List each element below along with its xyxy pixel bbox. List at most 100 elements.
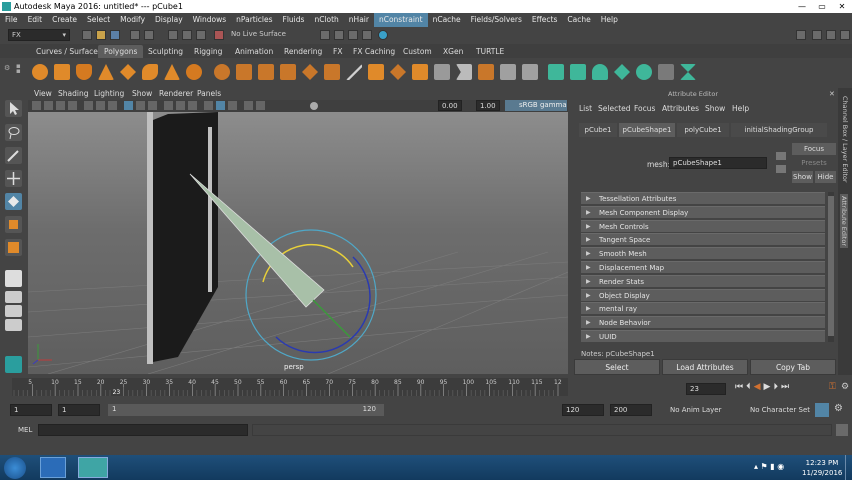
minimize-button[interactable]: —	[792, 0, 812, 13]
render-settings-icon[interactable]	[348, 30, 358, 40]
channel-box-tab[interactable]: Channel Box / Layer Editor	[841, 96, 849, 183]
section-render-stats[interactable]: Render Stats	[581, 274, 825, 288]
mel-label[interactable]: MEL	[18, 426, 32, 434]
anim-layer-dropdown[interactable]: No Anim Layer	[660, 406, 740, 414]
node-tab-polycube1[interactable]: polyCube1	[677, 123, 729, 137]
range-prefs-icon[interactable]: ⚙	[834, 403, 848, 417]
booleans-icon[interactable]	[302, 64, 318, 80]
mel-input[interactable]	[38, 424, 248, 436]
append-to-polygon-icon[interactable]	[390, 64, 406, 80]
grid-icon[interactable]	[84, 101, 93, 110]
undo-icon[interactable]	[130, 30, 140, 40]
viewport-menu-panels[interactable]: Panels	[197, 88, 221, 100]
exposure-icon[interactable]	[310, 102, 318, 110]
separate-icon[interactable]	[236, 64, 252, 80]
poly-plane-icon[interactable]	[120, 64, 136, 80]
node-tab-initialshadinggroup[interactable]: initialShadingGroup	[731, 123, 827, 137]
show-desktop-button[interactable]	[845, 455, 852, 480]
key-icon[interactable]: ⚿	[829, 382, 838, 394]
shelf-tab-sculpting[interactable]: Sculpting	[142, 45, 189, 58]
poly-cylinder-icon[interactable]	[76, 64, 92, 80]
select-component-icon[interactable]	[196, 30, 206, 40]
current-frame-field[interactable]: 23	[686, 383, 726, 395]
modeling-toolkit-icon[interactable]	[796, 30, 806, 40]
viewport-menu-renderer[interactable]: Renderer	[159, 88, 193, 100]
single-perspective-view-icon[interactable]	[5, 270, 22, 287]
step-forward-key-icon[interactable]: ⏵	[773, 382, 781, 392]
wireframe-on-shaded-icon[interactable]	[148, 101, 157, 110]
shelf-tab-rendering[interactable]: Rendering	[278, 45, 328, 58]
menu-nhair[interactable]: nHair	[344, 13, 374, 27]
average-vertices-icon[interactable]	[324, 64, 340, 80]
scale-tool-icon[interactable]	[5, 216, 22, 233]
menu-select[interactable]: Select	[82, 13, 115, 27]
shelf-tab-turtle[interactable]: TURTLE	[470, 45, 510, 58]
lasso-tool-icon[interactable]	[5, 124, 22, 141]
go-to-start-icon[interactable]: ⏮	[735, 382, 746, 392]
attribute-editor-tab[interactable]: Attribute Editor	[840, 194, 848, 249]
wireframe-icon[interactable]	[124, 101, 133, 110]
xray-icon[interactable]	[228, 101, 237, 110]
color-management-toggle[interactable]: sRGB gamma	[505, 100, 567, 111]
smooth-icon[interactable]	[280, 64, 296, 80]
character-set-dropdown[interactable]: No Character Set	[740, 406, 820, 414]
select-tool-icon[interactable]	[5, 100, 22, 117]
section-mental-ray[interactable]: mental ray	[581, 302, 825, 315]
shelf-tab-animation[interactable]: Animation	[229, 45, 279, 58]
shadows-icon[interactable]	[188, 101, 197, 110]
ae-menu-help[interactable]: Help	[732, 104, 749, 113]
mesh-name-field[interactable]: pCubeShape1	[669, 157, 767, 169]
section-uuid[interactable]: UUID	[581, 330, 825, 343]
section-object-display[interactable]: Object Display	[581, 288, 825, 302]
shelf-tab-rigging[interactable]: Rigging	[188, 45, 228, 58]
menu-help[interactable]: Help	[596, 13, 623, 27]
persp-graph-icon[interactable]	[5, 319, 22, 331]
attribute-editor-toggle-icon[interactable]	[812, 30, 822, 40]
menu-nparticles[interactable]: nParticles	[231, 13, 277, 27]
menu-fluids[interactable]: Fluids	[278, 13, 310, 27]
range-slider[interactable]: 1 120	[108, 404, 384, 416]
cylindrical-mapping-icon[interactable]	[592, 64, 608, 80]
magnet-icon[interactable]	[214, 30, 224, 40]
textured-icon[interactable]	[164, 101, 173, 110]
taskbar-app-icon[interactable]	[40, 457, 66, 478]
bridge-icon[interactable]	[368, 64, 384, 80]
render-current-frame-icon[interactable]	[320, 30, 330, 40]
maya-taskbar-icon[interactable]	[78, 457, 108, 478]
screen-space-ao-icon[interactable]	[204, 101, 213, 110]
node-tab-pcubeshape1[interactable]: pCubeShape1	[619, 123, 675, 137]
animation-prefs-icon[interactable]: ⚙	[841, 382, 850, 394]
go-to-end-icon[interactable]: ⏭	[781, 382, 792, 392]
presets-button[interactable]: Presets	[792, 157, 836, 169]
viewport-persp[interactable]: persp	[28, 112, 568, 374]
menu-nconstraint[interactable]: nConstraint	[373, 13, 428, 27]
playback-start-field[interactable]: 1	[58, 404, 100, 416]
show-button[interactable]: Show	[792, 171, 813, 183]
redo-icon[interactable]	[144, 30, 154, 40]
fill-hole-icon[interactable]	[412, 64, 428, 80]
ipr-render-icon[interactable]	[334, 30, 344, 40]
outliner-icon[interactable]	[5, 356, 22, 373]
menu-file[interactable]: File	[0, 13, 23, 27]
menu-ncloth[interactable]: nCloth	[309, 13, 343, 27]
go-to-output-icon[interactable]	[776, 165, 786, 173]
start-button-icon[interactable]	[4, 457, 26, 479]
poly-torus-icon[interactable]	[142, 64, 158, 80]
panel-close-icon[interactable]: ✕	[829, 90, 835, 98]
tool-settings-toggle-icon[interactable]	[826, 30, 836, 40]
save-scene-icon[interactable]	[110, 30, 120, 40]
shelf-settings-icon[interactable]: ⚙	[4, 64, 10, 80]
section-node-behavior[interactable]: Node Behavior	[581, 316, 825, 329]
close-button[interactable]: ✕	[832, 0, 852, 13]
poly-pipe-icon[interactable]	[186, 64, 202, 80]
uv-editor-icon[interactable]	[548, 64, 564, 80]
attribute-scrollbar[interactable]	[828, 192, 834, 342]
viewport-menu-shading[interactable]: Shading	[58, 88, 88, 100]
cut-uv-edges-icon[interactable]	[680, 64, 696, 80]
viewport-menu-show[interactable]: Show	[132, 88, 152, 100]
shelf-tab-xgen[interactable]: XGen	[437, 45, 469, 58]
use-all-lights-icon[interactable]	[176, 101, 185, 110]
shelf-tab-fx-caching[interactable]: FX Caching	[347, 45, 401, 58]
section-mesh-component-display[interactable]: Mesh Component Display	[581, 205, 825, 219]
time-slider[interactable]: 5 10 15 20 25 30 35 40 45 50 55 60 65 70 75 80 85 90 95 100…	[12, 378, 568, 396]
